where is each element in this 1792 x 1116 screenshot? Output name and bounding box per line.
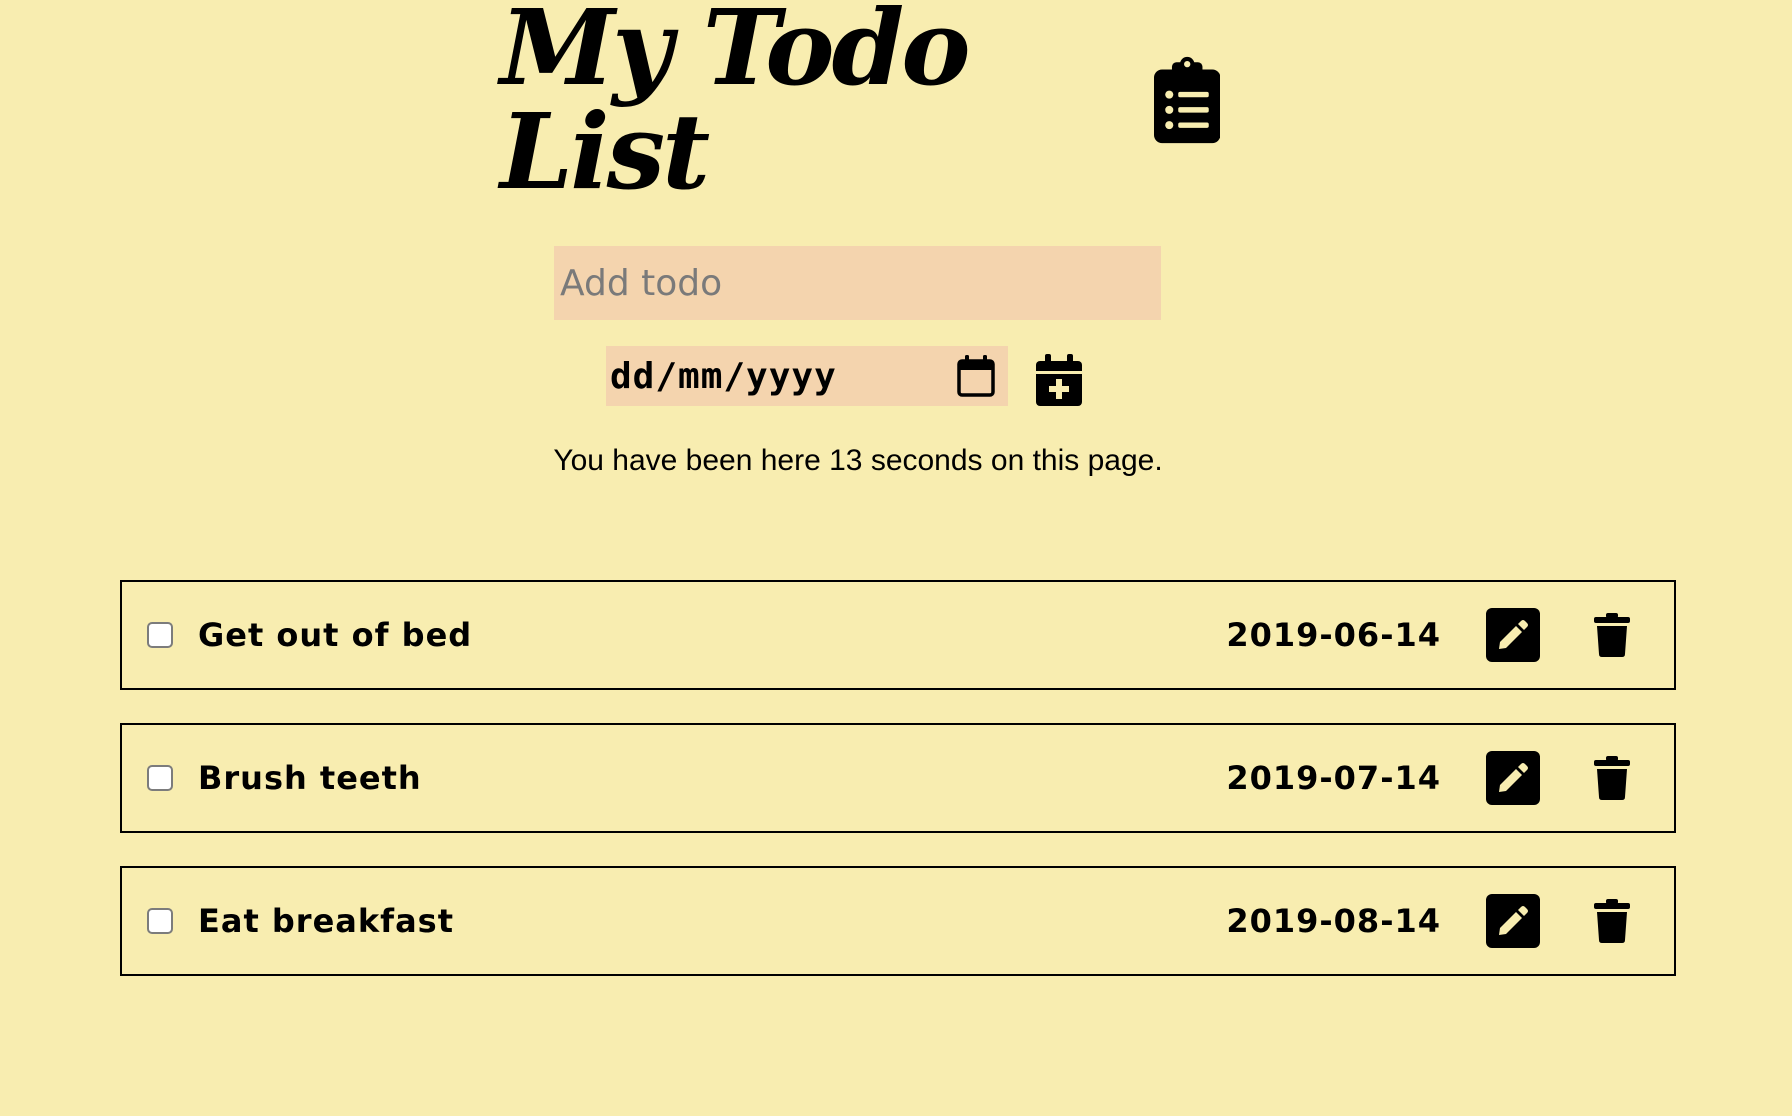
calendar-icon[interactable] — [956, 354, 996, 398]
edit-button[interactable] — [1486, 894, 1540, 948]
delete-button[interactable] — [1592, 898, 1632, 944]
delete-button[interactable] — [1592, 612, 1632, 658]
todo-checkbox[interactable] — [147, 765, 173, 791]
todo-item: Brush teeth 2019-07-14 — [120, 723, 1676, 833]
trash-icon — [1594, 756, 1630, 800]
delete-button[interactable] — [1592, 755, 1632, 801]
pencil-icon — [1499, 906, 1528, 935]
date-placeholder: dd/mm/yyyy — [610, 355, 837, 397]
todo-date: 2019-08-14 — [1226, 902, 1441, 940]
edit-button[interactable] — [1486, 608, 1540, 662]
todo-text: Brush teeth — [198, 759, 422, 797]
todo-date: 2019-06-14 — [1226, 616, 1441, 654]
todo-item: Get out of bed 2019-06-14 — [120, 580, 1676, 690]
todo-item: Eat breakfast 2019-08-14 — [120, 866, 1676, 976]
page-title-text: My Todo List — [500, 0, 971, 213]
clipboard-list-icon — [1153, 56, 1220, 144]
todo-text: Eat breakfast — [198, 902, 455, 940]
todo-checkbox[interactable] — [147, 622, 173, 648]
pencil-icon — [1499, 620, 1528, 649]
page-title: My Todo List — [500, 0, 1220, 204]
todo-date: 2019-07-14 — [1226, 759, 1441, 797]
todo-list: Get out of bed 2019-06-14 Brush teeth 20… — [120, 580, 1676, 1009]
edit-button[interactable] — [1486, 751, 1540, 805]
add-todo-input[interactable] — [554, 246, 1161, 320]
trash-icon — [1594, 899, 1630, 943]
trash-icon — [1594, 613, 1630, 657]
calendar-plus-icon — [1036, 354, 1082, 406]
time-on-page-text: You have been here 13 seconds on this pa… — [553, 444, 1163, 477]
pencil-icon — [1499, 763, 1528, 792]
todo-text: Get out of bed — [198, 616, 473, 654]
todo-checkbox[interactable] — [147, 908, 173, 934]
add-todo-button[interactable] — [1036, 354, 1082, 406]
due-date-input[interactable]: dd/mm/yyyy — [606, 346, 1008, 406]
